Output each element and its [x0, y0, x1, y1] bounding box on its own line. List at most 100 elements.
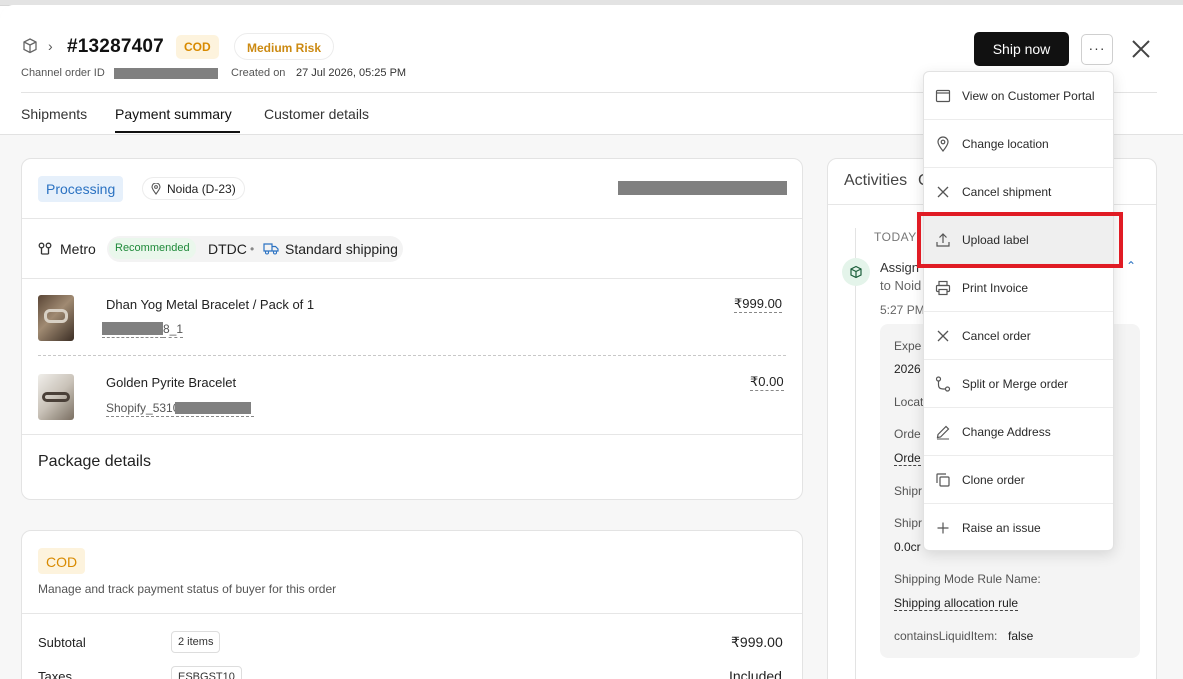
contains-liquid-label: containsLiquidItem: [894, 629, 998, 643]
tab-shipments[interactable]: Shipments [21, 106, 87, 122]
menu-item-label: Clone order [962, 473, 1025, 487]
risk-badge: Medium Risk [234, 33, 335, 60]
close-icon [937, 186, 949, 198]
activity-time: 5:27 PM [880, 303, 925, 317]
activity-icon-wrapper [842, 258, 870, 286]
timeline-line [855, 228, 856, 679]
taxes-label: Taxes [38, 669, 72, 679]
activities-title: Activities [844, 172, 908, 189]
menu-item-split-merge-order[interactable]: Split or Merge order [924, 360, 1113, 408]
close-icon[interactable] [1130, 38, 1152, 60]
product-separator [38, 355, 786, 356]
service-type: Standard shipping [285, 241, 398, 257]
card-separator [22, 218, 802, 219]
detail-value-link[interactable]: Orde [894, 451, 921, 466]
active-tab-indicator [115, 131, 240, 133]
menu-item-label: Raise an issue [962, 521, 1041, 535]
location-label: Noida (D-23) [167, 182, 236, 196]
tab-customer-details[interactable]: Customer details [264, 106, 369, 122]
package-icon [23, 38, 37, 54]
location-pill: Noida (D-23) [142, 177, 245, 200]
channel-order-label: Channel order ID [21, 67, 105, 79]
menu-item-change-address[interactable]: Change Address [924, 408, 1113, 456]
product-name: Dhan Yog Metal Bracelet / Pack of 1 [106, 297, 315, 312]
redacted-channel-order-id [114, 68, 218, 79]
package-details-heading[interactable]: Package details [38, 453, 151, 471]
route-icon [38, 242, 52, 255]
pencil-icon [936, 425, 950, 440]
subtotal-items-chip: 2 items [171, 631, 221, 653]
redacted-sku [175, 402, 251, 414]
ship-now-button[interactable]: Ship now [974, 32, 1069, 66]
menu-item-label: Change location [962, 137, 1049, 151]
truck-icon [263, 243, 279, 255]
product-price[interactable]: ₹999.00 [734, 296, 783, 313]
detail-label: Orde [894, 427, 921, 441]
tab-payment-summary[interactable]: Payment summary [115, 106, 232, 122]
detail-value: 2026 [894, 362, 921, 376]
copy-icon [936, 473, 950, 487]
split-icon [935, 376, 951, 392]
menu-item-print-invoice[interactable]: Print Invoice [924, 264, 1113, 312]
order-id-title: #13287407 [67, 36, 164, 57]
payment-card [21, 530, 803, 679]
printer-icon [935, 280, 951, 296]
menu-item-cancel-shipment[interactable]: Cancel shipment [924, 168, 1113, 216]
card-separator [22, 434, 802, 435]
payment-mode-badge: COD [38, 548, 86, 574]
annotation-highlight-box [917, 212, 1123, 268]
redacted-awb [618, 181, 787, 195]
shipping-mode-rule-link[interactable]: Shipping allocation rule [894, 596, 1019, 611]
detail-label: Expe [894, 339, 922, 353]
menu-item-label: View on Customer Portal [962, 89, 1095, 103]
window-icon [935, 89, 951, 103]
taxes-value: Included [729, 668, 782, 679]
menu-item-label: Cancel order [962, 329, 1031, 343]
menu-item-label: Change Address [962, 425, 1051, 439]
created-value: 27 Jul 2026, 05:25 PM [296, 67, 407, 79]
activity-subtitle: to Noid [880, 278, 922, 293]
sku-underline [102, 337, 163, 338]
card-separator [22, 613, 802, 614]
recommended-badge: Recommended [109, 238, 196, 259]
more-options-button[interactable]: ··· [1081, 34, 1113, 65]
detail-label: Shipr [894, 516, 923, 530]
subtotal-label: Subtotal [38, 635, 86, 650]
delivery-mode: Metro [60, 241, 96, 257]
product-image [38, 374, 74, 420]
cod-badge: COD [176, 35, 219, 59]
redacted-sku [102, 322, 163, 335]
payment-description: Manage and track payment status of buyer… [38, 582, 337, 596]
shipping-mode-rule-label: Shipping Mode Rule Name: [894, 572, 1041, 586]
created-label: Created on [231, 67, 286, 79]
product-name: Golden Pyrite Bracelet [106, 375, 237, 390]
menu-item-change-location[interactable]: Change location [924, 120, 1113, 168]
product-sku[interactable]: 8_1 [163, 322, 184, 338]
detail-label: Locat [894, 395, 924, 409]
menu-item-label: Print Invoice [962, 281, 1029, 295]
menu-item-cancel-order[interactable]: Cancel order [924, 312, 1113, 360]
product-image [38, 295, 74, 341]
contains-liquid-value: false [1008, 629, 1034, 643]
package-icon [850, 265, 862, 279]
menu-item-label: Split or Merge order [962, 377, 1069, 391]
subtotal-value: ₹999.00 [731, 634, 783, 650]
plus-icon [937, 522, 949, 534]
product-price[interactable]: ₹0.00 [750, 374, 784, 391]
menu-item-clone-order[interactable]: Clone order [924, 456, 1113, 504]
menu-item-raise-issue[interactable]: Raise an issue [924, 504, 1113, 552]
dot-separator: • [250, 242, 255, 256]
close-icon [937, 330, 949, 342]
menu-item-view-customer-portal[interactable]: View on Customer Portal [924, 72, 1113, 120]
taxes-chip: ESBGST10 [171, 666, 242, 679]
status-badge: Processing [38, 176, 124, 202]
courier-name: DTDC [208, 241, 247, 257]
location-pin-icon [151, 183, 161, 195]
activity-title: Assign [880, 260, 920, 275]
breadcrumb-chevron-icon: › [48, 38, 53, 54]
detail-label: Shipr [894, 484, 923, 498]
card-separator [22, 278, 802, 279]
location-pin-icon [937, 136, 949, 152]
chevron-up-icon[interactable]: ⌃ [1126, 259, 1136, 273]
detail-value: 0.0cr [894, 540, 921, 554]
